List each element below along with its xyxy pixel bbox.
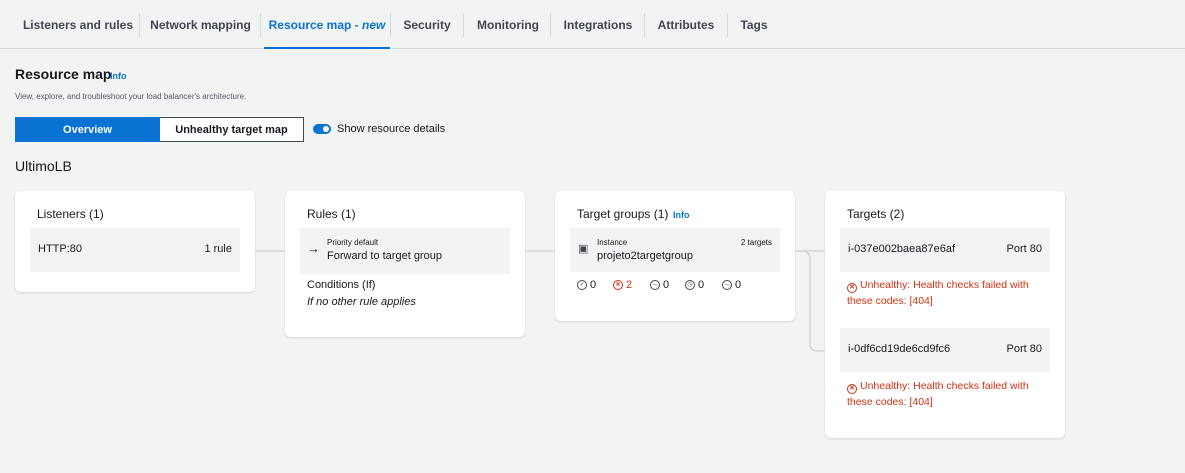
conditions-value: If no other rule applies <box>307 296 416 308</box>
rules-title: Rules (1) <box>307 207 356 221</box>
arrow-right-icon: → <box>307 241 320 256</box>
info-link[interactable]: Info <box>110 71 127 81</box>
minus-circle-icon: – <box>650 280 660 290</box>
tab-tags[interactable]: Tags <box>736 0 772 48</box>
tab-divider <box>260 13 261 37</box>
overview-button[interactable]: Overview <box>15 117 160 142</box>
tab-bar: Listeners and rules Network mapping Reso… <box>0 0 1185 49</box>
chip-icon: ▣ <box>578 243 589 255</box>
target-groups-title: Target groups (1) <box>577 207 669 221</box>
unhealthy-count: ✕ 2 <box>613 279 632 291</box>
tab-attributes[interactable]: Attributes <box>653 0 719 48</box>
targets-title: Targets (2) <box>847 207 905 221</box>
unhealthy-target-map-button[interactable]: Unhealthy target map <box>160 117 304 142</box>
tab-divider <box>644 13 645 37</box>
listener-row[interactable]: HTTP:80 1 rule <box>30 228 240 272</box>
target-groups-card: Target groups (1) Info ▣ Instance 2 targ… <box>555 191 795 321</box>
tab-monitoring[interactable]: Monitoring <box>472 0 544 48</box>
target-group-type: Instance <box>597 238 628 247</box>
target-row[interactable]: i-037e002baea87e6af Port 80 <box>840 228 1050 272</box>
rule-priority: Priority default <box>327 238 379 247</box>
target-group-name: projeto2targetgroup <box>597 250 694 262</box>
other-count: –0 <box>722 279 741 291</box>
tab-divider <box>550 13 551 37</box>
target-groups-info-link[interactable]: Info <box>673 210 690 220</box>
error-icon: ✕ <box>847 384 857 394</box>
x-circle-icon: ✕ <box>613 280 623 290</box>
target-status-line1: Unhealthy: Health checks failed with <box>860 380 1029 392</box>
target-row[interactable]: i-0df6cd19de6cd9fc6 Port 80 <box>840 328 1050 372</box>
target-port: Port 80 <box>1006 343 1042 355</box>
target-group-row[interactable]: ▣ Instance 2 targets projeto2targetgroup <box>570 228 780 272</box>
targets-card: Targets (2) i-037e002baea87e6af Port 80 … <box>825 191 1065 438</box>
unused-value: 0 <box>663 279 670 291</box>
error-icon: ✕ <box>847 283 857 293</box>
tab-new-badge: new <box>362 18 386 32</box>
target-status-line2: these codes: [404] <box>847 295 933 307</box>
target-id: i-0df6cd19de6cd9fc6 <box>848 343 951 355</box>
tab-resource-map-label: Resource map - <box>268 18 363 32</box>
target-status-line2: these codes: [404] <box>847 396 933 408</box>
target-port: Port 80 <box>1006 243 1042 255</box>
rules-card: Rules (1) → Priority default Forward to … <box>285 191 525 337</box>
tab-resource-map[interactable]: Resource map - new <box>264 0 390 49</box>
tab-divider <box>727 13 728 37</box>
show-resource-details-toggle[interactable] <box>313 124 331 134</box>
target-status: ✕ Unhealthy: Health checks failed with th… <box>847 277 1029 309</box>
rule-action: Forward to target group <box>327 250 442 262</box>
show-resource-details-label: Show resource details <box>337 123 446 135</box>
page-title: Resource map <box>15 66 112 82</box>
check-circle-icon: ✓ <box>577 280 587 290</box>
healthy-count: ✓ 0 <box>577 279 596 291</box>
tab-security[interactable]: Security <box>398 0 456 48</box>
listener-name: HTTP:80 <box>38 243 83 255</box>
target-group-count: 2 targets <box>740 238 772 247</box>
unused-count: –0 <box>650 279 669 291</box>
listener-rule-count: 1 rule <box>204 243 232 255</box>
draining-value: 0 <box>698 279 705 291</box>
other-value: 0 <box>735 279 742 291</box>
load-balancer-name: UltimoLB <box>15 158 72 174</box>
page-description: View, explore, and troubleshoot your loa… <box>15 92 247 101</box>
target-status-line1: Unhealthy: Health checks failed with <box>860 279 1029 291</box>
tab-network-mapping[interactable]: Network mapping <box>147 0 254 48</box>
conditions-label: Conditions (If) <box>307 279 376 291</box>
draining-count: ◷ 0 <box>685 279 704 291</box>
tab-divider <box>139 13 140 37</box>
target-status: ✕ Unhealthy: Health checks failed with th… <box>847 378 1029 410</box>
tab-divider <box>390 13 391 37</box>
clock-icon: ◷ <box>685 280 695 290</box>
rule-row[interactable]: → Priority default Forward to target gro… <box>300 228 510 274</box>
listeners-card: Listeners (1) HTTP:80 1 rule <box>15 191 255 292</box>
unhealthy-value: 2 <box>626 279 633 291</box>
tab-divider <box>463 13 464 37</box>
minus-circle-icon: – <box>722 280 732 290</box>
tab-integrations[interactable]: Integrations <box>560 0 636 48</box>
listeners-title: Listeners (1) <box>37 207 104 221</box>
target-id: i-037e002baea87e6af <box>848 243 956 255</box>
healthy-value: 0 <box>590 279 597 291</box>
tab-listeners-and-rules[interactable]: Listeners and rules <box>22 0 134 48</box>
